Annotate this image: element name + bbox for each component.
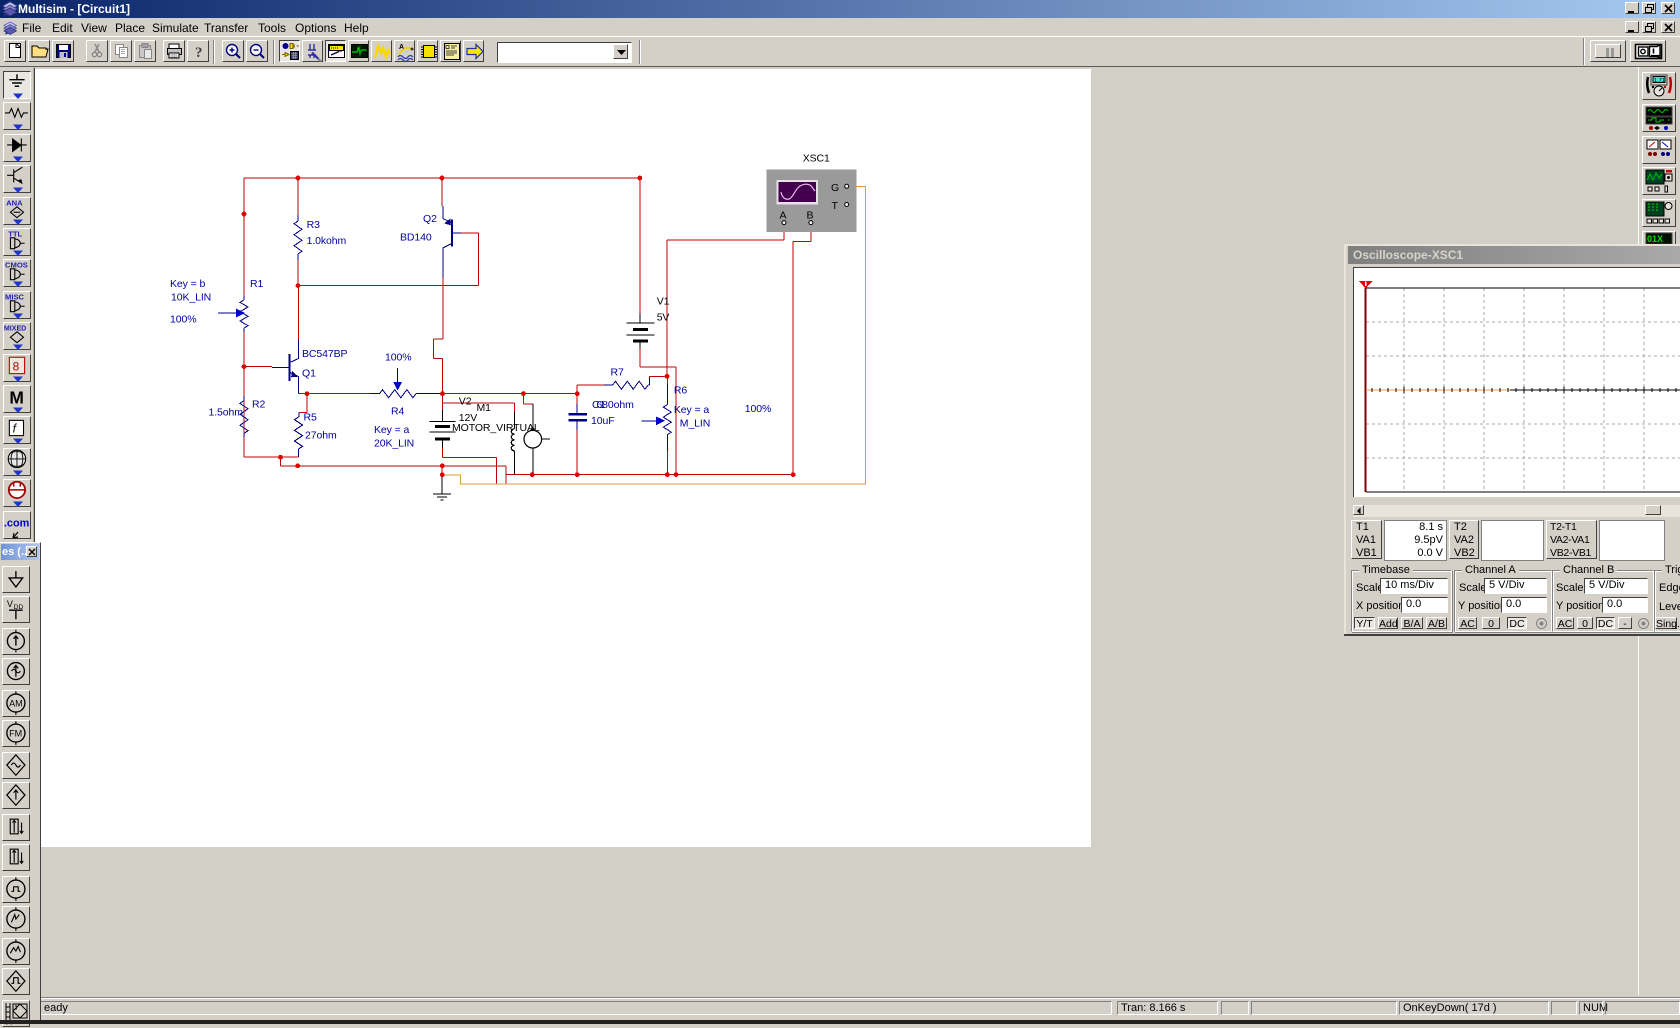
svg-text:Q2: Q2 [423,213,437,225]
svg-text:G: G [831,182,839,194]
svg-text:10K_LIN: 10K_LIN [171,292,211,304]
svg-text:MOTOR_VIRTUAL: MOTOR_VIRTUAL [452,422,540,434]
svg-text:XSC1: XSC1 [803,153,830,165]
svg-text:27ohm: 27ohm [305,430,337,442]
svg-text:100%: 100% [385,352,411,364]
svg-text:B: B [807,210,814,222]
svg-text:5V: 5V [657,312,670,324]
svg-text:Key = a: Key = a [374,424,409,436]
svg-text:10uF: 10uF [591,415,615,427]
svg-text:20K_LIN: 20K_LIN [374,438,414,450]
svg-text:100%: 100% [745,403,771,415]
svg-text:M1: M1 [477,402,492,414]
svg-text:T: T [832,200,839,212]
svg-text:R5: R5 [304,412,317,424]
svg-text:Key = a: Key = a [674,404,709,416]
svg-text:BD140: BD140 [400,232,432,244]
svg-text:Key = b: Key = b [170,278,205,290]
svg-text:1.5ohm: 1.5ohm [209,407,244,419]
svg-text:A: A [780,210,787,222]
svg-text:M_LIN: M_LIN [680,418,710,430]
svg-text:V2: V2 [459,396,472,408]
svg-text:R2: R2 [252,399,265,411]
svg-text:R6: R6 [674,385,687,397]
svg-text:R7: R7 [611,367,624,379]
svg-text:1.0kohm: 1.0kohm [307,235,347,247]
svg-text:680ohm: 680ohm [596,399,634,411]
svg-text:BC547BP: BC547BP [302,348,348,360]
svg-text:R3: R3 [307,219,320,231]
svg-text:100%: 100% [170,314,196,326]
svg-text:R4: R4 [391,406,404,418]
svg-text:R1: R1 [250,278,263,290]
svg-text:Q1: Q1 [302,368,316,380]
svg-text:V1: V1 [657,296,670,308]
